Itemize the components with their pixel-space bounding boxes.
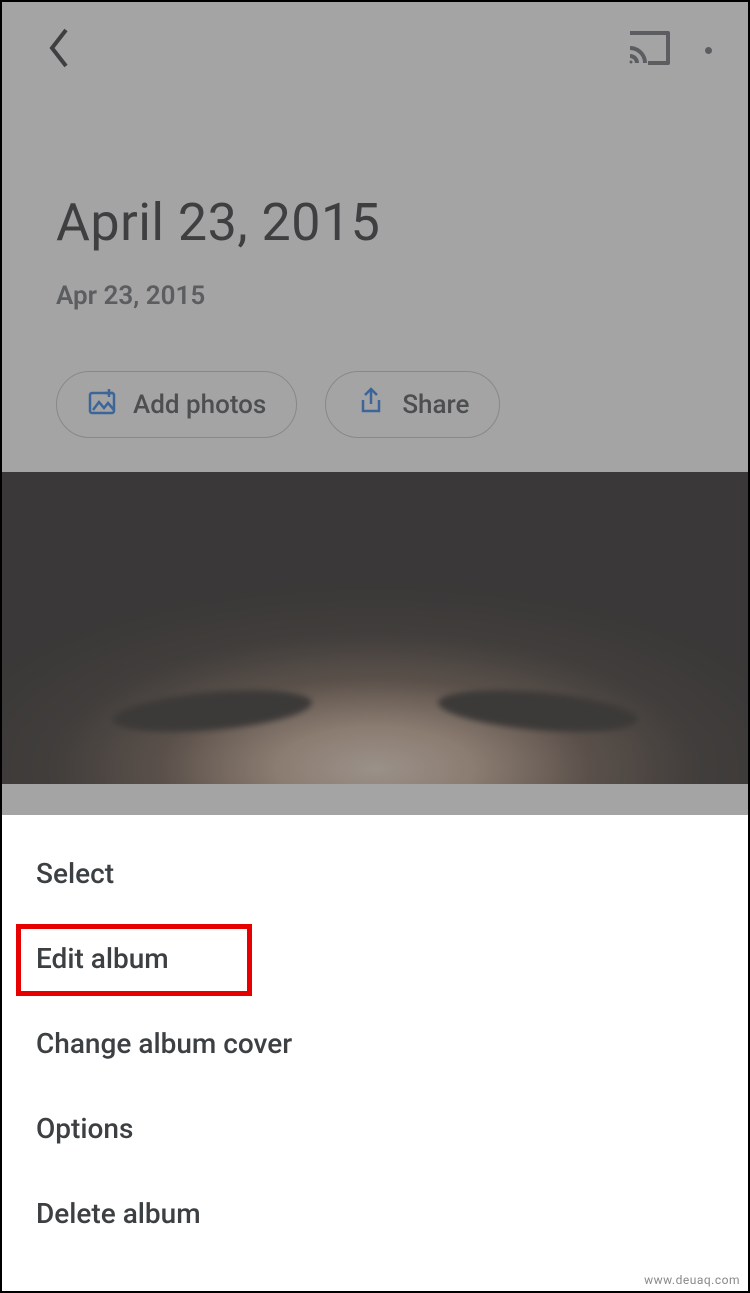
- chevron-left-icon: [46, 28, 74, 72]
- more-horizontal-icon: [705, 47, 712, 54]
- cast-button[interactable]: [627, 30, 671, 70]
- add-photo-icon: [87, 386, 117, 423]
- album-header: April 23, 2015 Apr 23, 2015: [2, 82, 748, 311]
- add-photos-label: Add photos: [133, 390, 266, 420]
- share-icon: [356, 386, 386, 423]
- cast-icon: [627, 51, 671, 70]
- share-button[interactable]: Share: [325, 371, 500, 438]
- album-photo[interactable]: [2, 472, 748, 784]
- album-actions: Add photos Share: [2, 311, 748, 472]
- menu-item-change-cover[interactable]: Change album cover: [2, 1001, 748, 1086]
- menu-item-select[interactable]: Select: [2, 831, 748, 916]
- menu-item-options[interactable]: Options: [2, 1086, 748, 1171]
- menu-item-delete-album[interactable]: Delete album: [2, 1171, 748, 1256]
- album-date: Apr 23, 2015: [56, 281, 694, 311]
- more-options-button[interactable]: [705, 47, 712, 54]
- back-button[interactable]: [40, 30, 80, 70]
- context-menu-sheet: Select Edit album Change album cover Opt…: [2, 815, 748, 1291]
- share-label: Share: [402, 390, 469, 420]
- add-photos-button[interactable]: Add photos: [56, 371, 297, 438]
- menu-item-edit-album[interactable]: Edit album: [2, 916, 748, 1001]
- album-title: April 23, 2015: [56, 192, 694, 253]
- top-right-actions: [627, 30, 712, 70]
- top-bar: [2, 2, 748, 82]
- watermark: www.deuaq.com: [644, 1273, 740, 1287]
